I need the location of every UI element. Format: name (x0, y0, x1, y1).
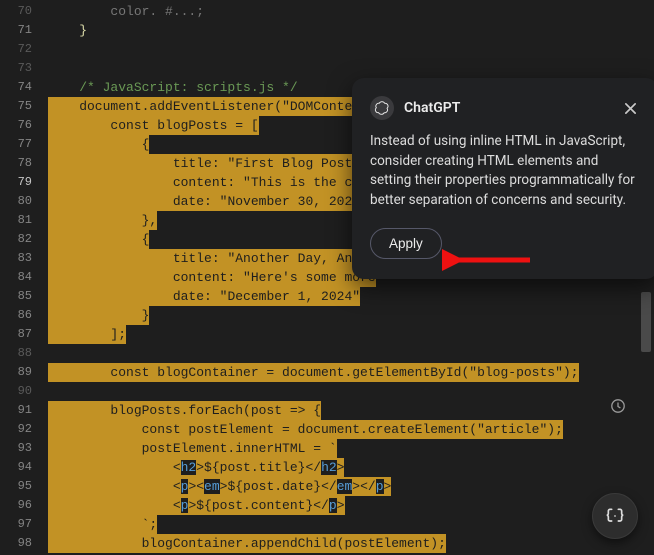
popup-header: ChatGPT (370, 96, 640, 120)
code-line: blogPosts.forEach(post => { (48, 401, 654, 420)
code-line (48, 382, 654, 401)
line-number: 77 (0, 135, 48, 154)
code-line: <h2>${post.title}</h2> (48, 458, 654, 477)
close-icon (624, 102, 637, 115)
line-number: 84 (0, 268, 48, 287)
code-line: ]; (48, 325, 654, 344)
line-number: 78 (0, 154, 48, 173)
line-number: 91 (0, 401, 48, 420)
chatgpt-suggestion-popup: ChatGPT Instead of using inline HTML in … (352, 78, 654, 279)
code-line: const postElement = document.createEleme… (48, 420, 654, 439)
popup-title: ChatGPT (404, 100, 460, 116)
line-number: 96 (0, 496, 48, 515)
line-number: 87 (0, 325, 48, 344)
code-line: date: "December 1, 2024" (48, 287, 654, 306)
brackets-icon (605, 506, 625, 526)
line-number-gutter: 70 71 72 73 74 75 76 77 78 79 80 81 82 8… (0, 0, 48, 555)
line-number: 93 (0, 439, 48, 458)
line-number: 80 (0, 192, 48, 211)
popup-message: Instead of using inline HTML in JavaScri… (370, 132, 640, 210)
line-number: 92 (0, 420, 48, 439)
code-line: blogContainer.appendChild(postElement); (48, 534, 654, 553)
line-number: 74 (0, 78, 48, 97)
line-number: 76 (0, 116, 48, 135)
code-line: } (48, 306, 654, 325)
line-number: 94 (0, 458, 48, 477)
line-number: 85 (0, 287, 48, 306)
line-number: 72 (0, 40, 48, 59)
code-line: postElement.innerHTML = ` (48, 439, 654, 458)
inline-hint-icon[interactable] (610, 398, 626, 414)
line-number: 82 (0, 230, 48, 249)
code-line (48, 40, 654, 59)
code-line: <p><em>${post.date}</em></p> (48, 477, 654, 496)
line-number: 70 (0, 2, 48, 21)
code-line: } (48, 21, 654, 40)
line-number: 75 (0, 97, 48, 116)
code-line: const blogContainer = document.getElemen… (48, 363, 654, 382)
line-number: 73 (0, 59, 48, 78)
code-line (48, 344, 654, 363)
close-button[interactable] (620, 98, 640, 118)
line-number: 90 (0, 382, 48, 401)
code-line (48, 59, 654, 78)
code-line: color. #...; (48, 2, 654, 21)
code-editor[interactable]: 70 71 72 73 74 75 76 77 78 79 80 81 82 8… (0, 0, 654, 555)
line-number: 88 (0, 344, 48, 363)
line-number: 86 (0, 306, 48, 325)
line-number: 95 (0, 477, 48, 496)
line-number: 79 (0, 173, 48, 192)
line-number: 83 (0, 249, 48, 268)
line-number: 71 (0, 21, 48, 40)
line-number: 98 (0, 534, 48, 553)
code-line: `; (48, 515, 654, 534)
line-number: 89 (0, 363, 48, 382)
chatgpt-logo-icon (370, 96, 394, 120)
apply-button[interactable]: Apply (370, 228, 442, 259)
code-line: <p>${post.content}</p> (48, 496, 654, 515)
line-number: 81 (0, 211, 48, 230)
assistant-fab-button[interactable] (592, 493, 638, 539)
scrollbar-thumb[interactable] (641, 292, 651, 352)
line-number: 97 (0, 515, 48, 534)
